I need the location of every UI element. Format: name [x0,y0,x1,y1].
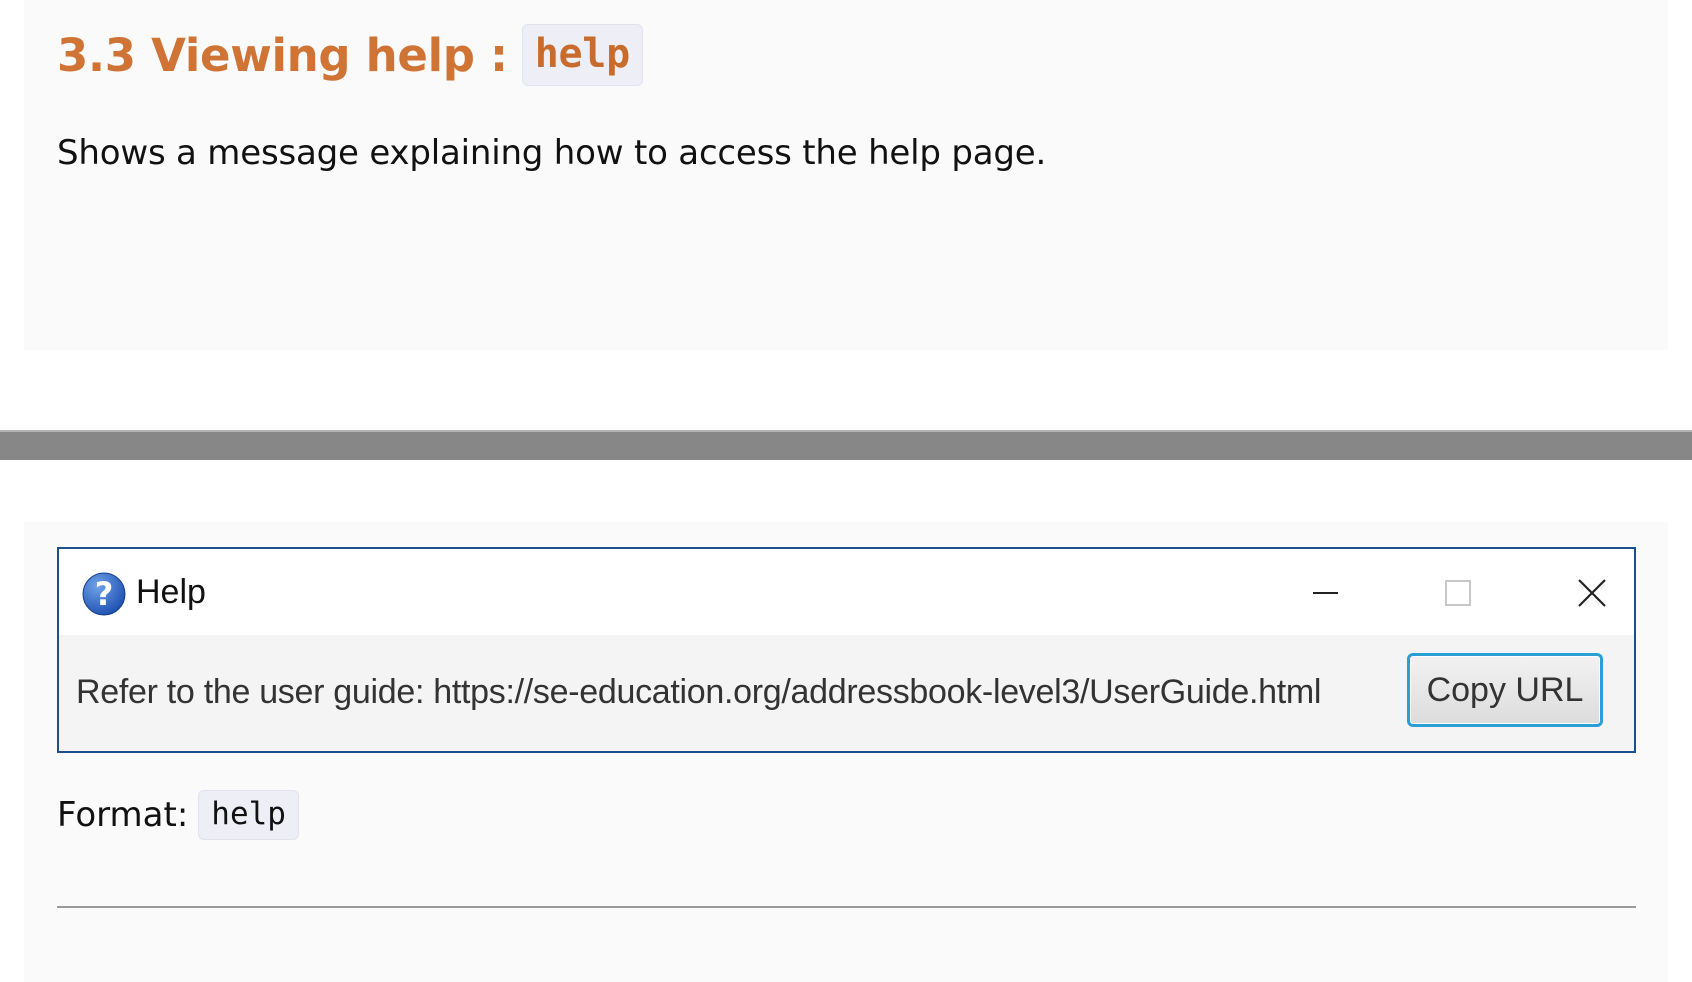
format-label: Format: [57,795,189,835]
help-question-icon: ? [82,572,126,616]
help-window: ? Help Refer to the user guide: https://… [57,547,1636,753]
copy-url-button[interactable]: Copy URL [1407,653,1603,727]
svg-text:?: ? [95,575,114,613]
minimize-icon[interactable] [1295,565,1355,621]
format-code: help [198,790,299,840]
window-title: Help [136,573,206,611]
help-content: Refer to the user guide: https://se-educ… [59,635,1634,751]
horizontal-rule [57,906,1636,908]
maximize-icon[interactable] [1428,565,1488,621]
section-heading-text: 3.3 Viewing help : [57,28,508,82]
section-heading-code: help [521,24,643,86]
page-separator [0,430,1692,460]
section-heading: 3.3 Viewing help : help [57,24,643,86]
close-icon[interactable] [1562,565,1622,621]
user-guide-message[interactable]: Refer to the user guide: https://se-educ… [76,673,1321,712]
window-titlebar[interactable]: ? Help [59,549,1634,635]
section-description: Shows a message explaining how to access… [57,133,1047,173]
format-line: Format: help [57,790,299,840]
